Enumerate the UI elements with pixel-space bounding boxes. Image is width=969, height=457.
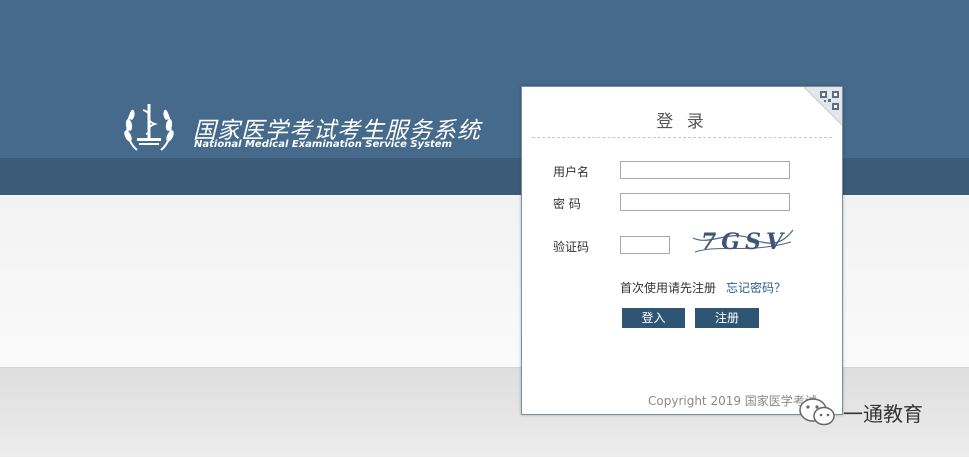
copyright-text: Copyright 2019 国家医学考试 bbox=[648, 394, 817, 408]
site-subtitle: National Medical Examination Service Sys… bbox=[194, 139, 453, 150]
first-use-register-link[interactable]: 首次使用请先注册 bbox=[620, 281, 716, 295]
captcha-label: 验证码 bbox=[553, 240, 590, 254]
login-title: 登 录 bbox=[656, 112, 708, 132]
login-panel: 登 录 用户名 密 码 验证码 7GSV 首次使用请先注册 忘记密码？ 登入 注册… bbox=[521, 86, 843, 415]
register-button[interactable]: 注册 bbox=[695, 308, 759, 328]
password-label: 密 码 bbox=[553, 197, 581, 211]
medical-emblem-icon bbox=[124, 104, 174, 151]
watermark-text: 一通教育 bbox=[843, 402, 923, 426]
captcha-text: 7GSV bbox=[701, 229, 788, 255]
login-button[interactable]: 登入 bbox=[622, 308, 685, 328]
username-label: 用户名 bbox=[553, 165, 590, 179]
forgot-password-link[interactable]: 忘记密码？ bbox=[726, 281, 786, 295]
wechat-icon bbox=[799, 398, 835, 426]
password-input[interactable] bbox=[620, 193, 790, 211]
captcha-input[interactable] bbox=[620, 236, 670, 254]
username-input[interactable] bbox=[620, 161, 790, 179]
captcha-image[interactable]: 7GSV bbox=[689, 224, 795, 260]
help-links: 首次使用请先注册 忘记密码？ bbox=[620, 279, 786, 296]
title-divider bbox=[532, 137, 832, 138]
